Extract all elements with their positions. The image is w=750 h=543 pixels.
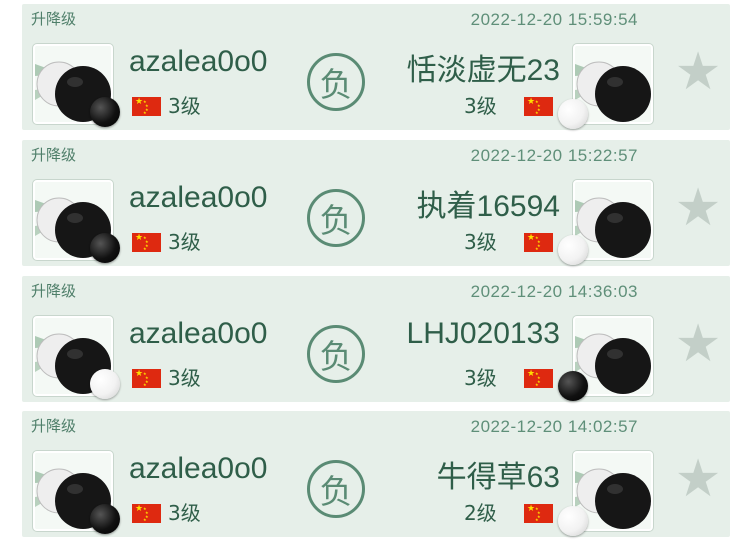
player-right-stone-icon [558,506,588,536]
game-record-card[interactable]: 升降级 2022-12-20 14:02:57 azalea0o0 ★ ★ ★ ★ ★ 3级 负 牛… [22,411,730,537]
game-mode-label: 升降级 [31,417,77,435]
player-right-name: 牛得草63 [436,461,560,494]
china-flag-icon: ★ ★ ★ ★ ★ [524,504,553,523]
game-timestamp: 2022-12-20 14:36:03 [470,282,638,301]
china-flag-icon: ★ ★ ★ ★ ★ [132,233,161,252]
player-left-rank: 3级 [168,501,201,525]
game-mode-label: 升降级 [31,10,77,28]
result-badge: 负 [307,53,365,111]
player-left-name: azalea0o0 [129,181,268,214]
game-mode-label: 升降级 [31,146,77,164]
result-badge: 负 [307,460,365,518]
player-right-name: 执着16594 [416,190,560,223]
player-left-rank: 3级 [168,94,201,118]
player-right-name: LHJ020133 [406,317,560,350]
game-record-card[interactable]: 升降级 2022-12-20 15:59:54 azalea0o0 ★ ★ ★ ★ ★ 3级 负 恬… [22,4,730,130]
player-left-stone-icon [90,233,120,263]
player-left-rank: 3级 [168,366,201,390]
player-right-stone-icon [558,235,588,265]
china-flag-icon: ★ ★ ★ ★ ★ [524,369,553,388]
player-right-rank: 3级 [464,230,497,254]
china-flag-icon: ★ ★ ★ ★ ★ [132,369,161,388]
player-left-stone-icon [90,369,120,399]
result-badge: 负 [307,325,365,383]
game-timestamp: 2022-12-20 14:02:57 [470,417,638,436]
player-left-stone-icon [90,504,120,534]
player-right-rank: 2级 [464,501,497,525]
game-timestamp: 2022-12-20 15:22:57 [470,146,638,165]
player-right-rank: 3级 [464,366,497,390]
star-icon[interactable]: ★ [672,318,724,370]
result-badge: 负 [307,189,365,247]
star-icon[interactable]: ★ [672,182,724,234]
player-right-stone-icon [558,371,588,401]
star-icon[interactable]: ★ [672,453,724,505]
china-flag-icon: ★ ★ ★ ★ ★ [524,233,553,252]
game-timestamp: 2022-12-20 15:59:54 [470,10,638,29]
player-left-name: azalea0o0 [129,45,268,78]
game-mode-label: 升降级 [31,282,77,300]
china-flag-icon: ★ ★ ★ ★ ★ [524,97,553,116]
china-flag-icon: ★ ★ ★ ★ ★ [132,504,161,523]
player-right-stone-icon [558,99,588,129]
player-left-rank: 3级 [168,230,201,254]
player-right-name: 恬淡虚无23 [406,54,560,87]
player-left-stone-icon [90,97,120,127]
star-icon[interactable]: ★ [672,46,724,98]
player-left-name: azalea0o0 [129,452,268,485]
china-flag-icon: ★ ★ ★ ★ ★ [132,97,161,116]
game-record-card[interactable]: 升降级 2022-12-20 14:36:03 azalea0o0 ★ ★ ★ ★ ★ 3级 负 L… [22,276,730,402]
player-right-rank: 3级 [464,94,497,118]
game-record-card[interactable]: 升降级 2022-12-20 15:22:57 azalea0o0 ★ ★ ★ ★ ★ 3级 负 执… [22,140,730,266]
player-left-name: azalea0o0 [129,317,268,350]
